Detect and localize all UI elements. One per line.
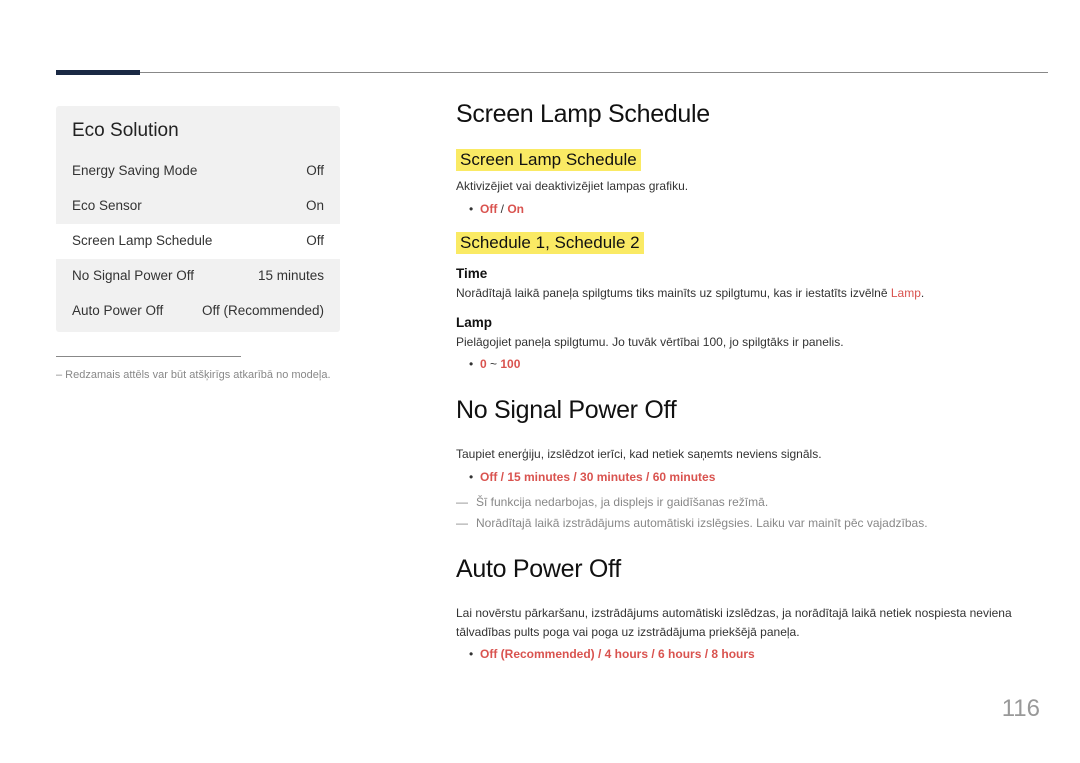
menu-item-auto-power-off[interactable]: Auto Power Off Off (Recommended) <box>56 294 340 329</box>
note-standby: Šī funkcija nedarbojas, ja displejs ir g… <box>456 492 1032 512</box>
heading-lamp: Lamp <box>456 315 1032 330</box>
subheading-schedule: Schedule 1, Schedule 2 <box>456 232 644 254</box>
header-accent-bar <box>56 70 140 75</box>
menu-item-screen-lamp[interactable]: Screen Lamp Schedule Off <box>56 224 340 259</box>
note-auto-off: Norādītajā laikā izstrādājums automātisk… <box>456 513 1032 533</box>
options-auto-power: Off (Recommended) / 4 hours / 6 hours / … <box>456 645 1032 664</box>
menu-item-label: Screen Lamp Schedule <box>72 232 212 251</box>
page-number: 116 <box>1002 695 1040 723</box>
menu-box: Eco Solution Energy Saving Mode Off Eco … <box>56 106 340 332</box>
section-no-signal: No Signal Power Off Taupiet enerģiju, iz… <box>456 396 1032 533</box>
top-divider <box>56 72 1048 73</box>
options-no-signal: Off / 15 minutes / 30 minutes / 60 minut… <box>456 468 1032 487</box>
desc-lamp: Pielāgojiet paneļa spilgtumu. Jo tuvāk v… <box>456 333 1032 352</box>
menu-item-value: Off (Recommended) <box>202 302 324 321</box>
menu-item-value: Off <box>306 162 324 181</box>
heading-no-signal: No Signal Power Off <box>456 396 1032 425</box>
options-off-on: Off / On <box>456 200 1032 219</box>
section-auto-power: Auto Power Off Lai novērstu pārkaršanu, … <box>456 555 1032 664</box>
subsection-schedule: Schedule 1, Schedule 2 Time Norādītajā l… <box>456 232 1032 374</box>
subsection-screen-lamp-schedule: Screen Lamp Schedule Aktivizējiet vai de… <box>456 149 1032 218</box>
menu-title: Eco Solution <box>56 106 340 154</box>
sidebar-note: – Redzamais attēls var būt atšķirīgs atk… <box>56 367 340 384</box>
menu-item-label: No Signal Power Off <box>72 267 194 286</box>
menu-item-eco-sensor[interactable]: Eco Sensor On <box>56 189 340 224</box>
menu-item-value: Off <box>306 232 324 251</box>
sidebar-divider <box>56 356 241 357</box>
menu-item-value: 15 minutes <box>258 267 324 286</box>
menu-item-label: Energy Saving Mode <box>72 162 197 181</box>
menu-item-label: Auto Power Off <box>72 302 163 321</box>
menu-item-no-signal[interactable]: No Signal Power Off 15 minutes <box>56 259 340 294</box>
menu-item-label: Eco Sensor <box>72 197 142 216</box>
section-screen-lamp: Screen Lamp Schedule Screen Lamp Schedul… <box>456 100 1032 374</box>
desc-no-signal: Taupiet enerģiju, izslēdzot ierīci, kad … <box>456 445 1032 464</box>
sidebar: Eco Solution Energy Saving Mode Off Eco … <box>56 106 340 384</box>
desc-time: Norādītajā laikā paneļa spilgtums tiks m… <box>456 284 1032 303</box>
heading-screen-lamp: Screen Lamp Schedule <box>456 100 1032 129</box>
menu-item-value: On <box>306 197 324 216</box>
heading-time: Time <box>456 266 1032 281</box>
content-area: Screen Lamp Schedule Screen Lamp Schedul… <box>456 100 1032 686</box>
desc-auto-power: Lai novērstu pārkaršanu, izstrādājums au… <box>456 604 1032 641</box>
desc-activate: Aktivizējiet vai deaktivizējiet lampas g… <box>456 177 1032 196</box>
heading-auto-power: Auto Power Off <box>456 555 1032 584</box>
menu-item-energy-saving[interactable]: Energy Saving Mode Off <box>56 154 340 189</box>
subheading-screen-lamp: Screen Lamp Schedule <box>456 149 641 171</box>
range-lamp: 0 ~ 100 <box>456 355 1032 374</box>
